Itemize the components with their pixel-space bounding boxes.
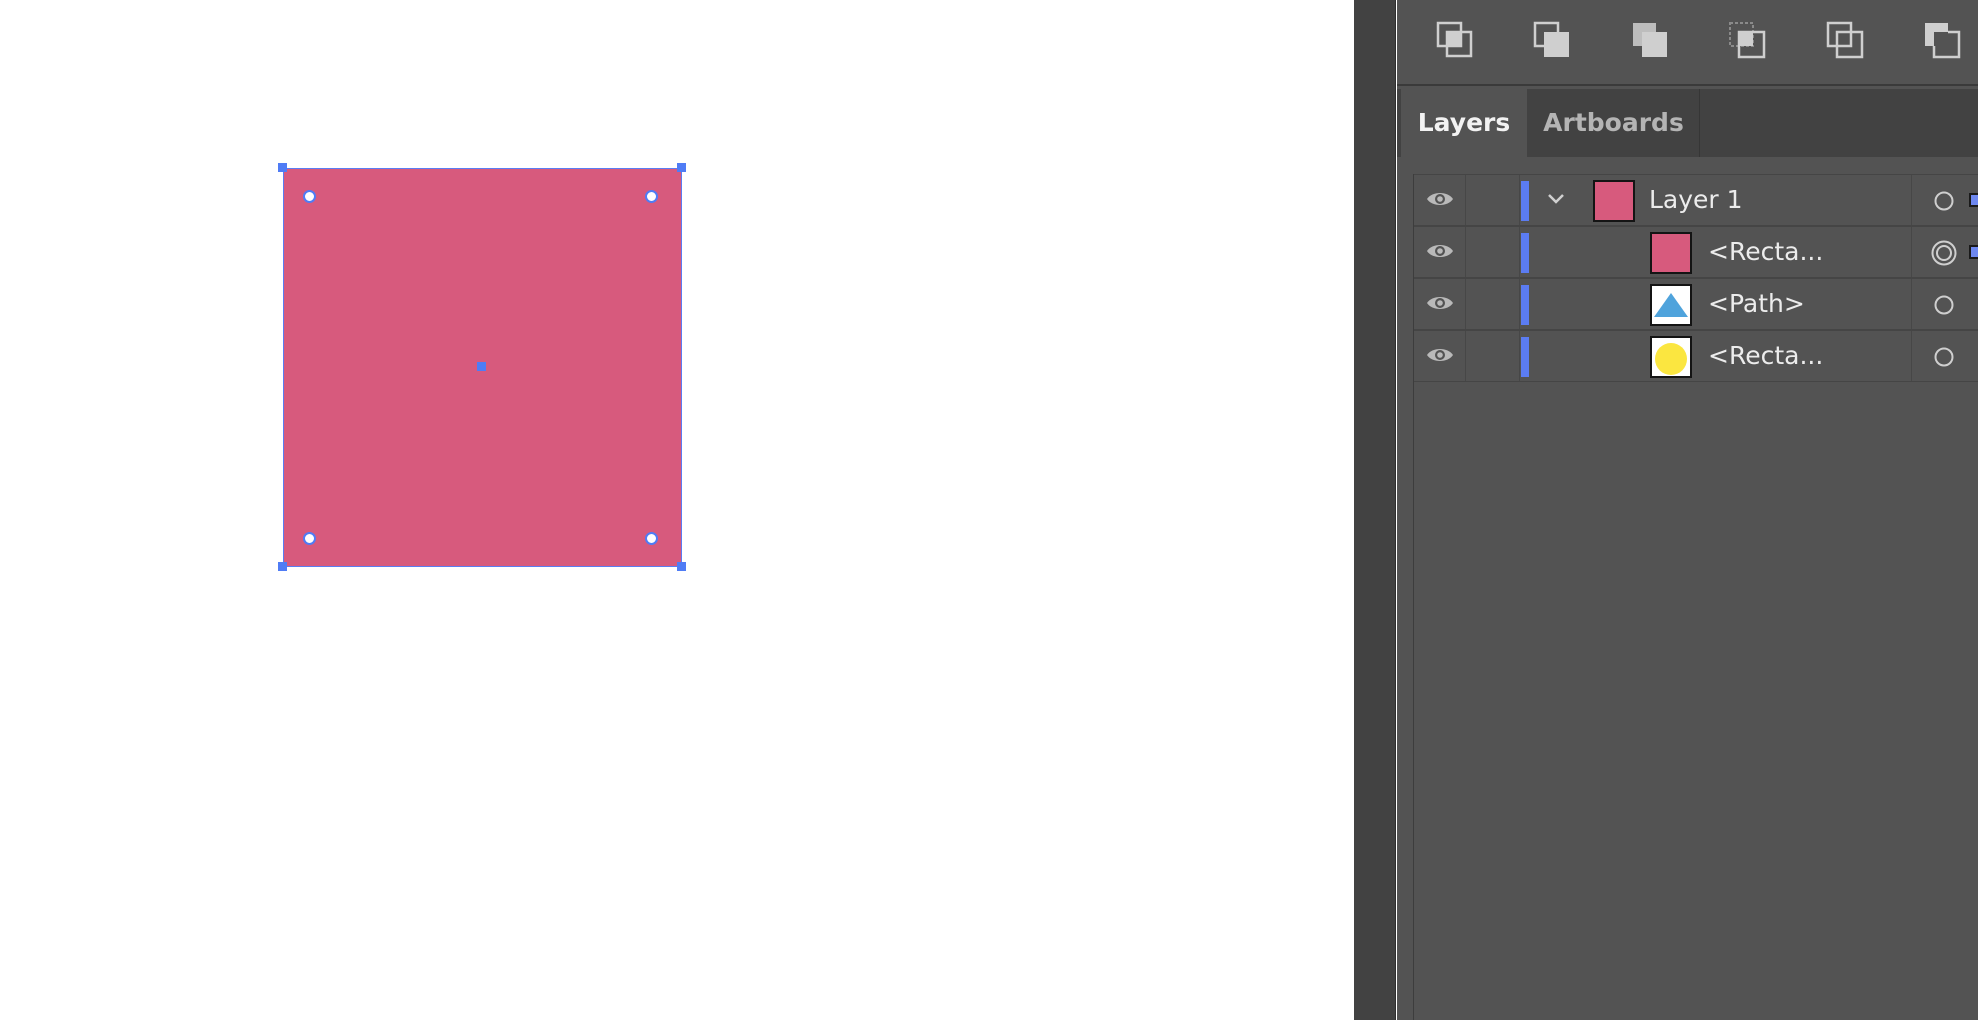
layer-name[interactable]: <Recta... — [1708, 227, 1823, 277]
pathfinder-divide-icon[interactable] — [1435, 20, 1475, 60]
layer-thumbnail — [1593, 180, 1635, 222]
thumbnail-pink-square — [1595, 182, 1633, 220]
corner-radius-widget-top-left[interactable] — [303, 190, 316, 203]
bounding-handle-top-right[interactable] — [677, 163, 686, 172]
eye-icon — [1427, 349, 1453, 361]
pathfinder-minus-back-icon[interactable] — [1922, 20, 1962, 60]
bounding-handle-top-left[interactable] — [278, 163, 287, 172]
visibility-toggle[interactable] — [1414, 331, 1466, 381]
visibility-toggle[interactable] — [1414, 227, 1466, 277]
corner-radius-widget-top-right[interactable] — [645, 190, 658, 203]
target-cell[interactable] — [1911, 227, 1978, 277]
eye-icon — [1427, 245, 1453, 257]
corner-radius-widget-bottom-right[interactable] — [645, 532, 658, 545]
thumbnail-pink-square — [1652, 234, 1690, 272]
lock-toggle[interactable] — [1466, 331, 1520, 381]
lock-toggle[interactable] — [1466, 227, 1520, 277]
bounding-handle-bottom-right[interactable] — [677, 562, 686, 571]
pathfinder-toolbar — [1397, 0, 1978, 86]
layer-color-indicator — [1521, 233, 1529, 273]
layer-row-layer-1[interactable]: Layer 1 — [1414, 174, 1978, 226]
selection-indicator[interactable] — [1969, 245, 1978, 259]
layer-color-indicator — [1521, 285, 1529, 325]
eye-icon — [1427, 297, 1453, 309]
lock-toggle[interactable] — [1466, 279, 1520, 329]
center-point[interactable] — [477, 362, 486, 371]
tab-artboards[interactable]: Artboards — [1528, 89, 1700, 157]
layer-row-rectangle-pink[interactable]: <Recta... — [1414, 226, 1978, 278]
bounding-handle-bottom-left[interactable] — [278, 562, 287, 571]
layer-thumbnail — [1650, 232, 1692, 274]
target-cell[interactable] — [1911, 175, 1978, 225]
visibility-toggle[interactable] — [1414, 175, 1466, 225]
layer-row-path[interactable]: <Path> — [1414, 278, 1978, 330]
chevron-down-icon[interactable] — [1544, 187, 1568, 211]
thumbnail-yellow-circle — [1655, 343, 1687, 375]
pathfinder-trim-icon[interactable] — [1532, 20, 1572, 60]
layer-name[interactable]: <Recta... — [1708, 331, 1823, 381]
thumbnail-blue-triangle — [1654, 293, 1688, 317]
layer-name[interactable]: <Path> — [1708, 279, 1805, 329]
target-circle-icon — [1934, 191, 1954, 211]
pathfinder-outline-icon[interactable] — [1825, 20, 1865, 60]
visibility-toggle[interactable] — [1414, 279, 1466, 329]
target-circle-icon — [1934, 347, 1954, 367]
layer-row-rectangle-yellow[interactable]: <Recta... — [1414, 330, 1978, 382]
target-cell[interactable] — [1911, 279, 1978, 329]
pathfinder-crop-icon[interactable] — [1727, 20, 1767, 60]
eye-icon — [1427, 193, 1453, 205]
pathfinder-merge-icon[interactable] — [1630, 20, 1670, 60]
layer-color-indicator — [1521, 181, 1529, 221]
layers-list: Layer 1 <Recta... <Path> <Recta... — [1413, 174, 1978, 1020]
corner-radius-widget-bottom-left[interactable] — [303, 532, 316, 545]
layer-name[interactable]: Layer 1 — [1649, 175, 1743, 225]
panel-tabs: Layers Artboards — [1397, 89, 1978, 157]
layer-color-indicator — [1521, 337, 1529, 377]
target-cell[interactable] — [1911, 331, 1978, 381]
layer-thumbnail — [1650, 336, 1692, 378]
target-double-circle-icon — [1931, 240, 1957, 266]
panel-dock-strip — [1354, 0, 1396, 1020]
selection-indicator[interactable] — [1969, 193, 1978, 207]
right-panel: Layers Artboards Layer 1 <Recta... <Path… — [1397, 0, 1978, 1020]
layer-thumbnail — [1650, 284, 1692, 326]
artboard-canvas[interactable] — [0, 0, 1354, 1020]
tab-layers[interactable]: Layers — [1401, 89, 1527, 157]
lock-toggle[interactable] — [1466, 175, 1520, 225]
target-circle-icon — [1934, 295, 1954, 315]
